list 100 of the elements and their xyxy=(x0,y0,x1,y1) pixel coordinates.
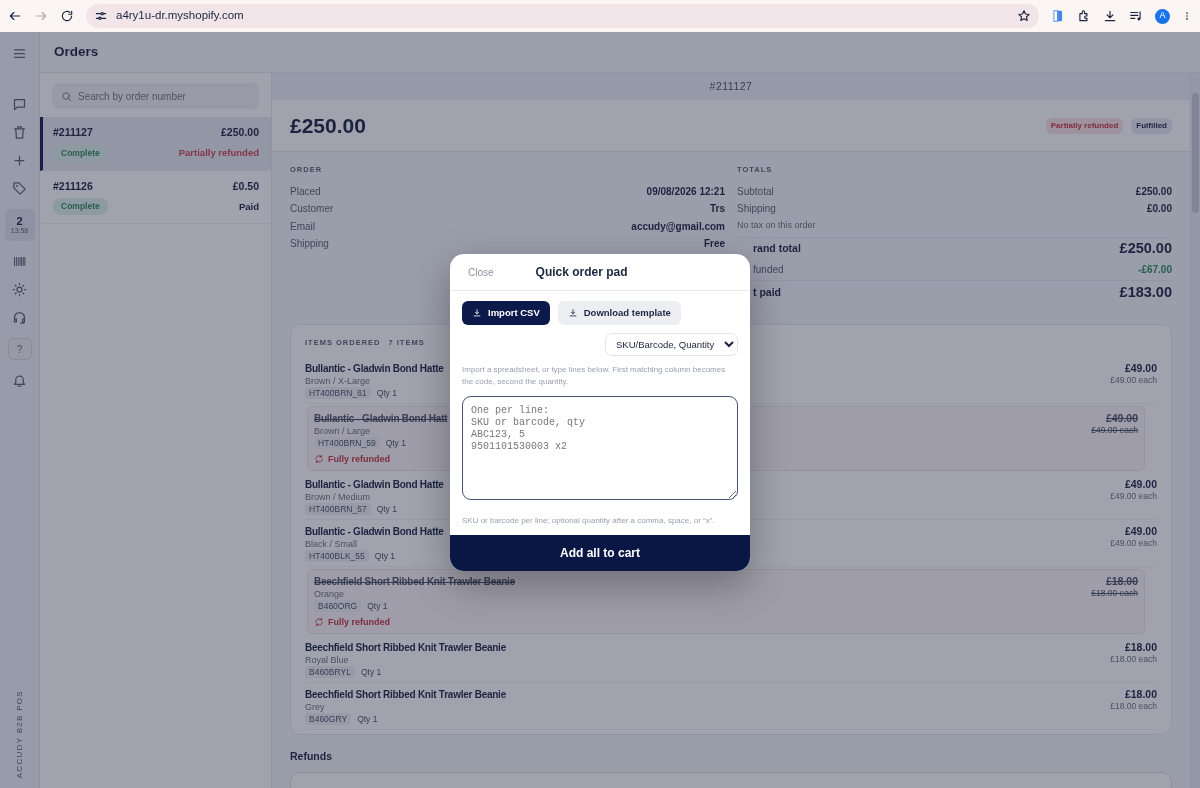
search-icon xyxy=(61,91,72,102)
field-label: Email xyxy=(290,219,315,234)
status-pill: Complete xyxy=(53,198,108,215)
total-label: rand total xyxy=(752,241,801,257)
plus-icon[interactable] xyxy=(12,153,27,168)
item-name: Bullantic - Gladwin Bond Hatt xyxy=(314,411,448,425)
modal-title: Quick order pad xyxy=(535,264,628,281)
trash-icon[interactable] xyxy=(12,125,27,140)
headset-icon[interactable] xyxy=(12,310,27,325)
unit-price: £49.00 each xyxy=(1110,489,1157,502)
total-value: £250.00 xyxy=(1119,239,1172,259)
item-name: Bullantic - Gladwin Bond Hatte xyxy=(305,477,444,491)
format-select[interactable]: SKU/Barcode, Quantity xyxy=(605,333,738,357)
total-value: £0.00 xyxy=(1146,202,1172,216)
item-variant: Orange xyxy=(314,587,346,600)
download-icon[interactable] xyxy=(1103,9,1117,23)
tag-icon[interactable] xyxy=(12,181,27,196)
site-settings-icon[interactable] xyxy=(94,9,108,23)
unit-price: £49.00 each xyxy=(1091,423,1138,436)
sku-tag: B460ORG xyxy=(314,599,362,612)
unit-price: £18.00 each xyxy=(1110,699,1157,712)
payment-status: Paid xyxy=(238,199,259,214)
order-row[interactable]: #211127 £250.00 Complete Partially refunded xyxy=(40,117,271,171)
item-price: £49.00 xyxy=(1123,524,1157,537)
sku-tag: B460BRYL xyxy=(305,665,355,678)
sku-tag: HT400BLK_55 xyxy=(305,549,369,562)
item-variant: Brown / Medium xyxy=(305,490,372,503)
item-price: £18.00 xyxy=(1104,574,1138,587)
payment-status: Partially refunded xyxy=(178,146,259,160)
item-quantity: Qty 1 xyxy=(357,712,378,725)
field-value: 09/08/2026 12:21 xyxy=(646,184,725,199)
item-quantity: Qty 1 xyxy=(360,665,382,678)
item-quantity: Qty 1 xyxy=(376,386,397,399)
barcode-icon[interactable] xyxy=(12,254,27,269)
search-field[interactable]: Search by order number xyxy=(52,83,259,109)
item-price: £49.00 xyxy=(1104,411,1138,424)
item-price: £49.00 xyxy=(1123,477,1157,490)
sku-tag: HT400BRN_59 xyxy=(314,436,380,449)
status-badge: Partially refunded xyxy=(1045,117,1124,134)
extensions-icon[interactable] xyxy=(1077,9,1091,23)
document-icon[interactable] xyxy=(1051,9,1065,23)
brand-label: ACCUDY B2B POS xyxy=(13,689,25,778)
total-label: Subtotal xyxy=(737,184,774,199)
order-number: #211127 xyxy=(53,125,93,140)
bell-icon[interactable] xyxy=(12,373,27,388)
order-lines-field[interactable]: One per line: SKU or barcode, qty ABC123, 5 9501101530003 x2 xyxy=(462,396,738,501)
order-total: £250.00 xyxy=(221,125,259,140)
import-button[interactable]: Import CSV xyxy=(462,301,550,326)
item-variant: Brown / Large xyxy=(314,424,372,437)
refund-icon xyxy=(314,453,324,464)
status-pill: Complete xyxy=(53,144,108,162)
page-title: Orders xyxy=(40,32,1200,73)
scrollbar[interactable] xyxy=(1190,73,1200,788)
order-number: #211126 xyxy=(53,178,93,194)
reload-icon[interactable] xyxy=(60,9,74,23)
star-icon[interactable] xyxy=(1017,9,1031,23)
forward-icon[interactable] xyxy=(34,9,48,23)
add-to-cart-button[interactable]: Add all to cart xyxy=(450,535,750,572)
download-icon xyxy=(472,308,482,319)
template-button[interactable]: Download template xyxy=(557,301,681,326)
hint-text: SKU or barcode per line; optional quantity after a comma, space, or “x”. xyxy=(462,515,716,528)
field-label: Customer xyxy=(290,202,334,216)
item-variant: Royal Blue xyxy=(305,653,350,666)
status-badge: Fulfilled xyxy=(1131,117,1172,134)
item-name: Beechfield Short Ribbed Knit Trawler Beanie xyxy=(305,640,506,654)
field-value: Trs xyxy=(710,202,725,216)
refund-note: Fully refunded xyxy=(328,615,390,628)
field-value: Free xyxy=(703,237,725,251)
unit-price: £49.00 each xyxy=(1110,373,1157,386)
url-text[interactable]: a4ry1u-dr.myshopify.com xyxy=(116,7,244,25)
item-variant: Brown / X-Large xyxy=(305,374,372,387)
media-icon[interactable] xyxy=(1129,9,1143,23)
order-row[interactable]: #211126 £0.50 Complete Paid xyxy=(40,170,271,224)
chat-icon[interactable] xyxy=(12,97,27,112)
item-price: £49.00 xyxy=(1123,361,1157,374)
close-button[interactable]: Close xyxy=(468,264,494,280)
intro-text: Import a spreadsheet, or type lines below. First matching column becomes the code, second the quantity. xyxy=(462,364,727,389)
total-value: £183.00 xyxy=(1119,282,1172,302)
total-label: Shipping xyxy=(737,202,776,216)
sun-icon[interactable] xyxy=(12,282,27,297)
back-icon[interactable] xyxy=(8,9,22,23)
unit-price: £18.00 each xyxy=(1091,586,1138,599)
avatar[interactable]: A xyxy=(1155,8,1170,24)
register-count: 2 xyxy=(16,215,23,228)
item-quantity: Qty 1 xyxy=(376,502,397,515)
order-total: £0.50 xyxy=(232,178,259,194)
unit-price: £18.00 each xyxy=(1110,652,1157,665)
sku-tag: B460GRY xyxy=(305,712,352,725)
item-variant: Grey xyxy=(305,700,326,713)
total-label: t paid xyxy=(752,284,781,300)
refund-note: Fully refunded xyxy=(328,452,390,465)
section-heading: Refunds xyxy=(290,748,333,764)
total-value: -£67.00 xyxy=(1138,263,1172,277)
item-name: Bullantic - Gladwin Bond Hatte xyxy=(305,361,444,375)
sku-tag: HT400BRN_57 xyxy=(305,502,371,515)
item-quantity: Qty 1 xyxy=(367,599,388,612)
order-amount: £250.00 xyxy=(290,112,366,139)
menu-icon[interactable] xyxy=(12,46,27,61)
tax-note: No tax on this order xyxy=(737,219,816,233)
item-price: £18.00 xyxy=(1123,687,1157,700)
